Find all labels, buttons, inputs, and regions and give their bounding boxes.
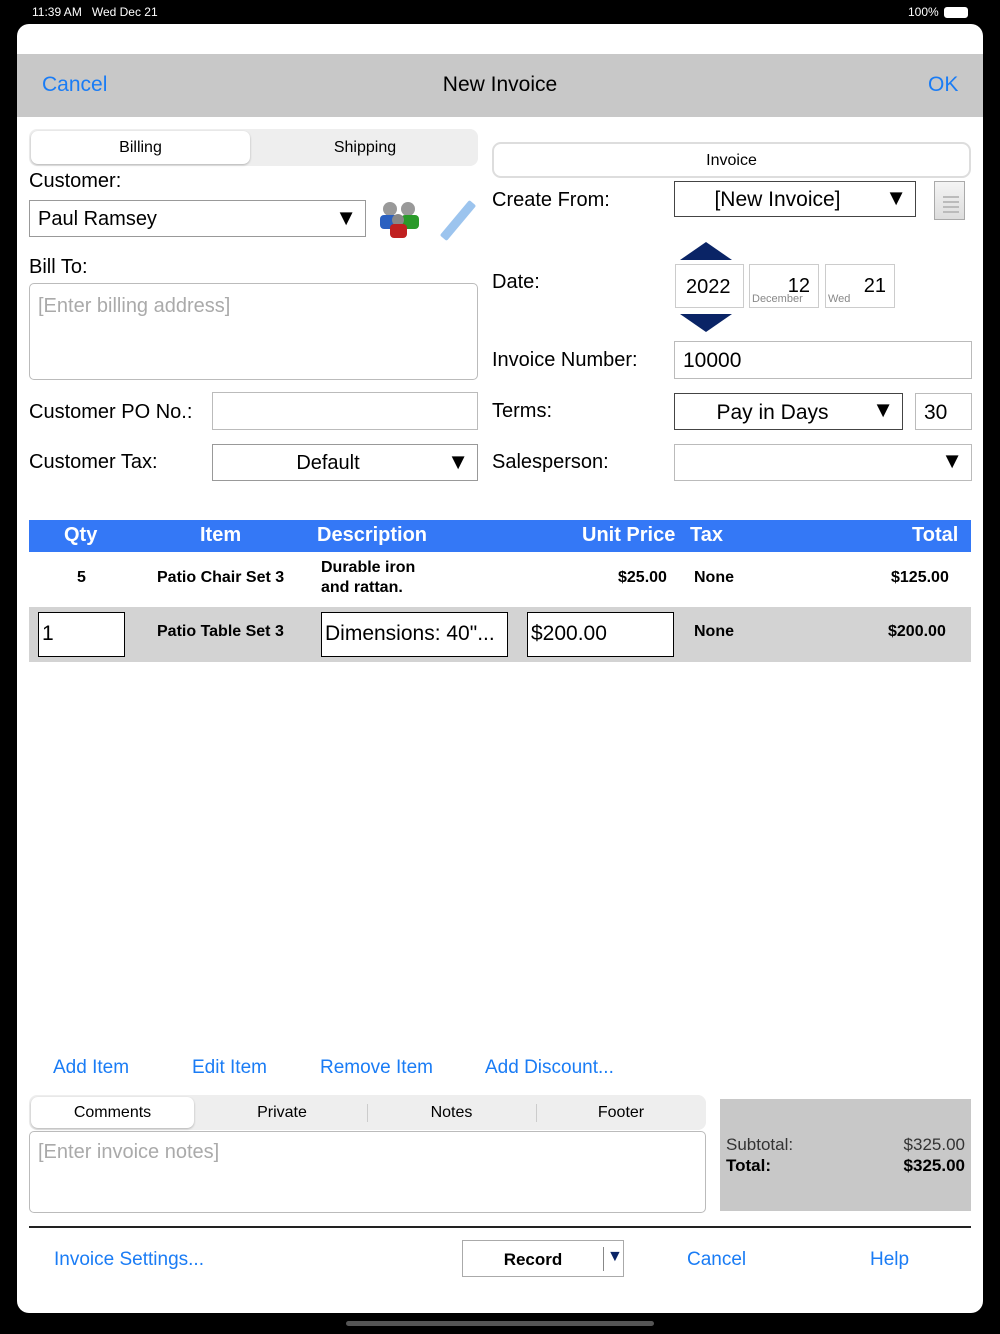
po-input[interactable]	[212, 392, 478, 430]
record-button[interactable]: Record ▼	[462, 1240, 624, 1277]
year-value: 2022	[686, 276, 731, 298]
date-down-arrow-icon[interactable]	[680, 314, 732, 332]
date-label: Date:	[492, 271, 540, 293]
total-value: $325.00	[903, 1156, 965, 1175]
row-qty: 5	[77, 569, 86, 586]
qty-input[interactable]: 1	[38, 612, 125, 657]
table-row-selected[interactable]: 1 Patio Table Set 3 Dimensions: 40"... $…	[29, 607, 971, 662]
footer-cancel-button[interactable]: Cancel	[687, 1249, 746, 1271]
document-icon[interactable]	[934, 181, 965, 220]
subtotal-label: Subtotal:	[726, 1135, 794, 1154]
bill-to-placeholder: [Enter billing address]	[38, 295, 231, 317]
date-month[interactable]: 12 December	[749, 264, 819, 308]
record-label: Record	[503, 1250, 563, 1269]
col-tax: Tax	[690, 524, 723, 546]
row-price: $25.00	[618, 569, 667, 586]
col-total: Total	[912, 524, 959, 546]
chevron-down-icon: ▼	[335, 205, 357, 230]
subtotal-value: $325.00	[903, 1135, 965, 1154]
salesperson-select[interactable]: ▼	[674, 444, 972, 481]
tab-notes[interactable]: Notes	[367, 1104, 536, 1122]
date-up-arrow-icon[interactable]	[680, 242, 732, 260]
customer-label: Customer:	[29, 170, 122, 192]
notes-input[interactable]: [Enter invoice notes]	[29, 1131, 706, 1213]
row-desc: Durable iron	[321, 559, 416, 576]
tab-billing-label: Billing	[119, 139, 162, 156]
tab-private[interactable]: Private	[197, 1104, 367, 1122]
tax-label: Customer Tax:	[29, 451, 158, 473]
terms-value: Pay in Days	[716, 401, 829, 424]
chevron-down-icon: ▼	[941, 448, 963, 473]
table-row[interactable]: 5 Patio Chair Set 3 Durable iron and rat…	[29, 552, 971, 607]
create-from-value: [New Invoice]	[714, 188, 841, 211]
battery-icon	[944, 7, 968, 18]
create-from-select[interactable]: [New Invoice] ▼	[674, 181, 916, 217]
ok-button[interactable]: OK	[928, 73, 958, 97]
weekday: Wed	[828, 293, 851, 305]
notes-placeholder: [Enter invoice notes]	[38, 1141, 220, 1163]
customer-value: Paul Ramsey	[38, 208, 157, 230]
nav-bar: Cancel New Invoice OK	[17, 54, 983, 117]
row-total: $200.00	[888, 623, 946, 640]
col-description: Description	[317, 524, 428, 546]
date-year[interactable]: 2022	[675, 264, 744, 308]
chevron-down-icon: ▼	[872, 397, 894, 422]
bill-to-input[interactable]: [Enter billing address]	[29, 283, 478, 380]
row-item: Patio Table Set 3	[157, 623, 284, 640]
col-item: Item	[200, 524, 242, 546]
help-button[interactable]: Help	[870, 1249, 909, 1271]
add-item-button[interactable]: Add Item	[53, 1057, 129, 1079]
po-label: Customer PO No.:	[29, 401, 193, 423]
terms-label: Terms:	[492, 400, 552, 422]
totals-panel: Subtotal: $325.00 Total: $325.00	[720, 1099, 971, 1211]
col-unit-price: Unit Price	[582, 524, 676, 546]
tab-shipping[interactable]: Shipping	[252, 139, 478, 157]
invoice-settings-button[interactable]: Invoice Settings...	[54, 1249, 204, 1271]
remove-item-button[interactable]: Remove Item	[320, 1057, 433, 1079]
tax-select[interactable]: Default ▼	[212, 444, 478, 481]
invoice-sheet: Cancel New Invoice OK Billing Shipping C…	[17, 24, 983, 1313]
contacts-icon[interactable]	[379, 198, 421, 238]
terms-days-input[interactable]: 30	[915, 393, 972, 430]
row-tax: None	[694, 569, 734, 586]
tab-invoice-label: Invoice	[706, 152, 757, 169]
invoice-number-input[interactable]: 10000	[674, 341, 972, 379]
row-total: $125.00	[891, 569, 949, 586]
row-tax: None	[694, 623, 734, 640]
terms-select[interactable]: Pay in Days ▼	[674, 393, 903, 430]
tab-comments-label: Comments	[73, 1104, 152, 1121]
create-from-label: Create From:	[492, 189, 610, 211]
col-qty: Qty	[64, 524, 98, 546]
status-battery: 100%	[908, 5, 939, 19]
total-label: Total:	[726, 1156, 772, 1175]
page-title: New Invoice	[442, 73, 558, 96]
salesperson-label: Salesperson:	[492, 451, 609, 473]
customer-select[interactable]: Paul Ramsey ▼	[29, 200, 366, 237]
row-item: Patio Chair Set 3	[157, 569, 285, 586]
invoice-number-label: Invoice Number:	[492, 349, 638, 371]
date-day[interactable]: 21 Wed	[825, 264, 895, 308]
chevron-down-icon: ▼	[885, 185, 907, 210]
chevron-down-icon: ▼	[447, 449, 469, 474]
edit-pencil-icon[interactable]	[439, 199, 477, 242]
day-value: 21	[863, 275, 886, 297]
divider	[29, 1226, 971, 1228]
price-input[interactable]: $200.00	[527, 612, 674, 657]
row-desc: and rattan.	[321, 579, 403, 596]
bill-to-label: Bill To:	[29, 256, 88, 278]
tab-invoice[interactable]: Invoice	[492, 142, 971, 178]
description-input[interactable]: Dimensions: 40"...	[321, 612, 508, 657]
edit-item-button[interactable]: Edit Item	[192, 1057, 267, 1079]
month-name: December	[752, 293, 803, 305]
table-header	[29, 520, 971, 552]
terms-days-value: 30	[924, 401, 948, 424]
record-dropdown-icon[interactable]: ▼	[607, 1248, 623, 1266]
add-discount-button[interactable]: Add Discount...	[485, 1057, 614, 1079]
invoice-number-value: 10000	[683, 349, 742, 372]
tax-value: Default	[296, 452, 360, 474]
status-time: 11:39 AM Wed Dec 21	[32, 5, 158, 19]
home-indicator	[346, 1321, 654, 1326]
tab-footer[interactable]: Footer	[536, 1104, 706, 1122]
